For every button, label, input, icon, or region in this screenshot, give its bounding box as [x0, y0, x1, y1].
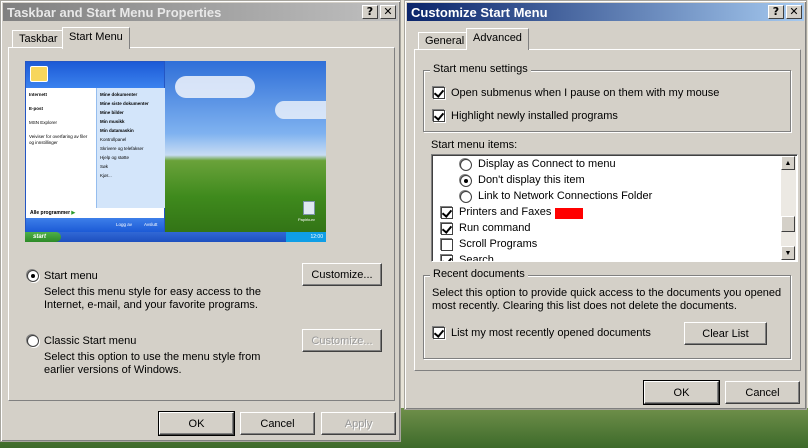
left-window-title: Taskbar and Start Menu Properties	[7, 4, 222, 20]
preview-cloud	[275, 101, 326, 119]
taskbar-properties-window: Taskbar and Start Menu Properties ? ✕ Ta…	[0, 0, 401, 442]
cancel-button[interactable]: Cancel	[240, 412, 315, 435]
left-title-bar[interactable]: Taskbar and Start Menu Properties ? ✕	[3, 3, 398, 21]
preview-start-button: start	[25, 232, 61, 242]
preview-item: Hjelp og støtte	[100, 155, 130, 160]
advanced-pane: Start menu settings Open submenus when I…	[414, 49, 801, 371]
clear-list-button[interactable]: Clear List	[684, 322, 767, 345]
preview-item: Min datamaskin	[100, 128, 134, 133]
preview-menu-right: Mine dokumenter Mine siste dokumenter Mi…	[96, 88, 165, 208]
scroll-programs-checkbox[interactable]	[441, 239, 453, 251]
red-marker	[555, 208, 583, 219]
list-item: Run command	[459, 222, 531, 234]
user-avatar	[30, 66, 48, 82]
open-submenus-checkbox[interactable]	[433, 87, 445, 99]
connect-menu-radio[interactable]	[460, 159, 472, 171]
list-item: Scroll Programs	[459, 238, 538, 250]
classic-start-menu-description: Select this option to use the menu style…	[44, 351, 261, 376]
preview-taskbar: start 12:00	[25, 232, 326, 242]
right-title-bar[interactable]: Customize Start Menu ? ✕	[407, 3, 804, 21]
close-icon[interactable]: ✕	[786, 5, 802, 19]
start-menu-preview: Internett E-post MSN Explorer Veiviser f…	[25, 61, 326, 242]
list-item: Link to Network Connections Folder	[478, 190, 653, 202]
start-menu-items-list[interactable]: Display as Connect to menu Don't display…	[431, 154, 798, 262]
recent-documents-group: Recent documents Select this option to p…	[423, 268, 791, 359]
preview-item: E-post	[29, 106, 43, 111]
recent-description: Select this option to provide quick acce…	[432, 287, 782, 312]
ok-button[interactable]: OK	[158, 411, 235, 436]
scroll-thumb[interactable]	[781, 216, 795, 232]
green-arrow-icon: ▶	[71, 210, 76, 216]
help-icon[interactable]: ?	[768, 5, 784, 19]
classic-start-menu-radio[interactable]	[27, 335, 39, 347]
cancel-button[interactable]: Cancel	[725, 381, 800, 404]
recent-group-title: Recent documents	[430, 268, 528, 280]
list-item: Printers and Faxes	[459, 206, 552, 218]
preview-item: Kjør...	[100, 173, 112, 178]
run-command-checkbox[interactable]	[441, 223, 453, 235]
printers-faxes-checkbox[interactable]	[441, 207, 453, 219]
preview-item: Mine siste dokumenter	[100, 101, 149, 106]
preview-all-programs: Alle programmer ▶	[30, 210, 76, 216]
preview-item: Mine bilder	[100, 110, 124, 115]
classic-start-menu-label: Classic Start menu	[44, 335, 137, 347]
recycle-bin-label: Papirkurv	[298, 217, 315, 222]
customize-start-menu-window: Customize Start Menu ? ✕ General Advance…	[404, 0, 807, 410]
list-item: Don't display this item	[478, 174, 585, 186]
preview-user-header	[26, 62, 164, 88]
start-menu-radio[interactable]	[27, 270, 39, 282]
preview-item: MSN Explorer	[29, 120, 58, 125]
close-icon[interactable]: ✕	[380, 5, 396, 19]
start-menu-items-label: Start menu items:	[431, 139, 518, 151]
help-icon[interactable]: ?	[362, 5, 378, 19]
start-menu-label: Start menu	[44, 270, 98, 282]
preview-item: Søk	[100, 164, 109, 169]
ok-button[interactable]: OK	[643, 380, 720, 405]
preview-menu-left: Internett E-post MSN Explorer Veiviser f…	[26, 88, 96, 208]
list-recent-label: List my most recently opened documents	[451, 327, 651, 339]
start-menu-description: Select this menu style for easy access t…	[44, 286, 262, 311]
list-item: Search	[459, 254, 494, 262]
customize-classic-button[interactable]: Customize...	[302, 329, 382, 352]
scroll-down-icon[interactable]: ▼	[781, 246, 795, 260]
tab-advanced[interactable]: Advanced	[466, 28, 529, 50]
preview-menu-footer: Logg av Avslutt	[26, 218, 164, 232]
apply-button[interactable]: Apply	[321, 412, 396, 435]
start-menu-settings-group: Start menu settings Open submenus when I…	[423, 63, 791, 132]
preview-item: Kontrollpanel	[100, 137, 127, 142]
preview-menu: Internett E-post MSN Explorer Veiviser f…	[25, 61, 165, 233]
tab-general[interactable]: General	[418, 32, 472, 49]
open-submenus-label: Open submenus when I pause on them with …	[451, 87, 720, 99]
highlight-new-checkbox[interactable]	[433, 110, 445, 122]
right-window-title: Customize Start Menu	[411, 4, 548, 20]
tab-taskbar[interactable]: Taskbar	[12, 30, 65, 48]
recycle-bin-icon	[303, 201, 315, 215]
list-item: Display as Connect to menu	[478, 158, 616, 170]
preview-cloud	[175, 76, 255, 98]
preview-item: Min musikk	[100, 119, 125, 124]
search-checkbox[interactable]	[441, 255, 453, 261]
customize-start-button[interactable]: Customize...	[302, 263, 382, 286]
preview-tray: 12:00	[286, 232, 326, 242]
items-scrollbar[interactable]: ▲ ▼	[781, 156, 796, 260]
start-menu-pane: Internett E-post MSN Explorer Veiviser f…	[8, 47, 395, 401]
preview-item: Veiviser for overføring av filer og inns…	[29, 134, 88, 145]
settings-group-title: Start menu settings	[430, 63, 531, 75]
dont-display-radio[interactable]	[460, 175, 472, 187]
tab-start-menu[interactable]: Start Menu	[62, 27, 130, 49]
preview-item: Skrivere og telefakser	[100, 146, 144, 151]
highlight-new-label: Highlight newly installed programs	[451, 110, 618, 122]
list-recent-checkbox[interactable]	[433, 327, 445, 339]
scroll-up-icon[interactable]: ▲	[781, 156, 795, 170]
preview-item: Internett	[29, 92, 47, 97]
preview-item: Mine dokumenter	[100, 92, 138, 97]
link-folder-radio[interactable]	[460, 191, 472, 203]
